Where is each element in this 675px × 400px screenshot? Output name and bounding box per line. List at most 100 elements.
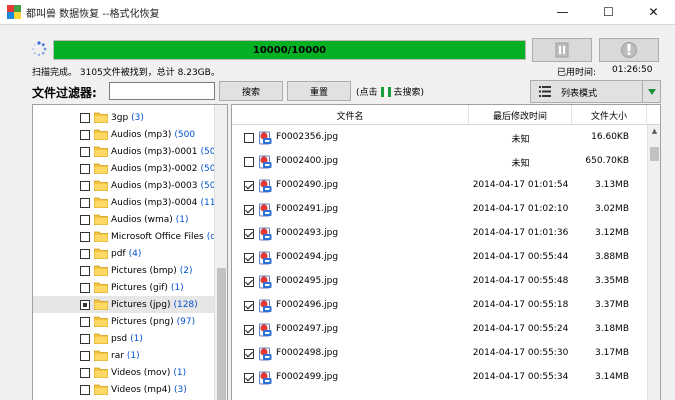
tree-item-name: Videos (mov) — [111, 367, 171, 378]
file-row[interactable]: F0002496.jpg 2014-04-17 00:55:18 3.37MB — [232, 294, 648, 318]
tree-item-count: (4) — [128, 248, 142, 259]
tree-item[interactable]: Audios (wma) (1) — [33, 211, 216, 228]
file-row[interactable]: F0002495.jpg 2014-04-17 00:55:48 3.35MB — [232, 270, 648, 294]
tree-checkbox[interactable] — [80, 129, 90, 140]
folder-icon — [94, 350, 108, 361]
tree-checkbox[interactable] — [80, 367, 90, 378]
tree-checkbox[interactable] — [80, 214, 90, 225]
tree-checkbox[interactable] — [80, 299, 90, 310]
file-row[interactable]: F0002493.jpg 2014-04-17 01:01:36 3.12MB — [232, 222, 648, 246]
title-bar: 都叫兽 数据恢复 --格式化恢复 — ☐ ✕ — [0, 0, 675, 24]
folder-icon — [94, 129, 108, 140]
file-checkbox[interactable] — [244, 277, 254, 287]
tree-item-count: (128) — [173, 299, 198, 310]
file-row[interactable]: F0002400.jpg 未知 650.70KB — [232, 150, 648, 174]
folder-icon — [94, 316, 108, 327]
view-mode-dropdown[interactable]: 列表模式 — [530, 80, 661, 103]
file-name: F0002400.jpg — [276, 156, 339, 166]
tree-checkbox[interactable] — [80, 146, 90, 157]
file-checkbox[interactable] — [244, 349, 254, 359]
tree-item[interactable]: Audios (mp3) (500 — [33, 126, 216, 143]
file-checkbox[interactable] — [244, 373, 254, 383]
file-checkbox[interactable] — [244, 325, 254, 335]
jpg-file-icon — [259, 323, 272, 337]
tree-item[interactable]: Pictures (jpg) (128) — [33, 296, 216, 313]
tree-checkbox[interactable] — [80, 316, 90, 327]
tree-checkbox[interactable] — [80, 333, 90, 344]
tree-scrollbar[interactable] — [214, 105, 227, 400]
file-row[interactable]: F0002491.jpg 2014-04-17 01:02:10 3.02MB — [232, 198, 648, 222]
file-checkbox[interactable] — [244, 253, 254, 263]
tree-checkbox[interactable] — [80, 384, 90, 395]
folder-icon — [94, 231, 108, 242]
file-checkbox[interactable] — [244, 133, 254, 143]
tree-checkbox[interactable] — [80, 112, 90, 123]
file-name: F0002356.jpg — [276, 132, 339, 142]
file-list[interactable]: 文件名 最后修改时间 文件大小 ▲ F0002356.jpg 未知 16.60KB F… — [231, 104, 661, 400]
tree-item[interactable]: Videos (mov) (1) — [33, 364, 216, 381]
tree-item[interactable]: pdf (4) — [33, 245, 216, 262]
scroll-up-arrow-icon[interactable]: ▲ — [648, 125, 660, 137]
file-modified-time: 2014-04-17 00:55:30 — [472, 348, 569, 358]
file-size: 3.88MB — [595, 252, 629, 262]
tree-scroll-thumb[interactable] — [217, 268, 226, 400]
tree-item[interactable]: Microsoft Office Files (d — [33, 228, 216, 245]
tree-checkbox[interactable] — [80, 282, 90, 293]
file-checkbox[interactable] — [244, 205, 254, 215]
minimize-button[interactable]: — — [540, 0, 585, 24]
tree-checkbox[interactable] — [80, 350, 90, 361]
jpg-file-icon — [259, 275, 272, 289]
view-mode-label: 列表模式 — [561, 89, 598, 99]
spinner-icon — [32, 41, 47, 57]
tree-item[interactable]: rar (1) — [33, 347, 216, 364]
list-scroll-thumb[interactable] — [650, 147, 659, 161]
file-checkbox[interactable] — [244, 229, 254, 239]
tree-item[interactable]: 3gp (3) — [33, 109, 216, 126]
tree-item[interactable]: Videos (mp4) (3) — [33, 381, 216, 398]
tree-checkbox[interactable] — [80, 180, 90, 191]
file-row[interactable]: F0002494.jpg 2014-04-17 00:55:44 3.88MB — [232, 246, 648, 270]
tree-item-count: (3) — [174, 384, 187, 395]
dropdown-arrow[interactable] — [642, 81, 660, 102]
tree-item[interactable]: Audios (mp3)-0002 (500 — [33, 160, 221, 177]
file-checkbox[interactable] — [244, 301, 254, 311]
tree-checkbox[interactable] — [80, 197, 90, 208]
tree-item[interactable]: Pictures (png) (97) — [33, 313, 216, 330]
tree-item[interactable]: psd (1) — [33, 330, 216, 347]
tree-item[interactable]: Audios (mp3)-0001 (500 — [33, 143, 221, 160]
tree-item-name: Audios (mp3)-0001 — [111, 146, 198, 157]
column-header-size[interactable]: 文件大小 — [572, 105, 647, 125]
tree-item[interactable]: Pictures (bmp) (2) — [33, 262, 216, 279]
reset-button[interactable]: 重置 — [287, 81, 351, 101]
file-row[interactable]: F0002497.jpg 2014-04-17 00:55:24 3.18MB — [232, 318, 648, 342]
column-header-modified[interactable]: 最后修改时间 — [469, 105, 572, 125]
folder-icon — [94, 367, 108, 378]
tree-checkbox[interactable] — [80, 248, 90, 259]
jpg-file-icon — [259, 299, 272, 313]
tree-item[interactable]: Audios (mp3)-0004 (112 — [33, 194, 221, 211]
file-type-tree[interactable]: wav(1)Videos (mp4)(3)Videos (mov)(1)rar(… — [32, 104, 228, 400]
file-modified-time: 2014-04-17 00:55:24 — [472, 324, 569, 334]
window-title: 都叫兽 数据恢复 --格式化恢复 — [26, 9, 160, 20]
search-button[interactable]: 搜索 — [219, 81, 283, 101]
tree-checkbox[interactable] — [80, 265, 90, 276]
column-header-name[interactable]: 文件名 — [232, 105, 469, 125]
close-button[interactable]: ✕ — [631, 0, 675, 24]
tree-checkbox[interactable] — [80, 231, 90, 242]
file-checkbox[interactable] — [244, 181, 254, 191]
list-scrollbar[interactable]: ▲ — [647, 125, 660, 400]
maximize-button[interactable]: ☐ — [586, 0, 631, 24]
file-row[interactable]: F0002498.jpg 2014-04-17 00:55:30 3.17MB — [232, 342, 648, 366]
pause-button[interactable] — [532, 38, 592, 62]
file-row[interactable]: F0002499.jpg 2014-04-17 00:55:34 3.14MB — [232, 366, 648, 390]
tree-checkbox[interactable] — [80, 163, 90, 174]
stop-button[interactable] — [599, 38, 659, 62]
triangle-down-icon — [647, 88, 656, 95]
file-row[interactable]: F0002356.jpg 未知 16.60KB — [232, 126, 648, 150]
tree-item[interactable]: Audios (mp3)-0003 (500 — [33, 177, 221, 194]
file-checkbox[interactable] — [244, 157, 254, 167]
file-row[interactable]: F0002490.jpg 2014-04-17 01:01:54 3.13MB — [232, 174, 648, 198]
file-filter-input[interactable] — [109, 82, 215, 100]
file-modified-time: 2014-04-17 01:02:10 — [472, 204, 569, 214]
tree-item[interactable]: Pictures (gif) (1) — [33, 279, 216, 296]
